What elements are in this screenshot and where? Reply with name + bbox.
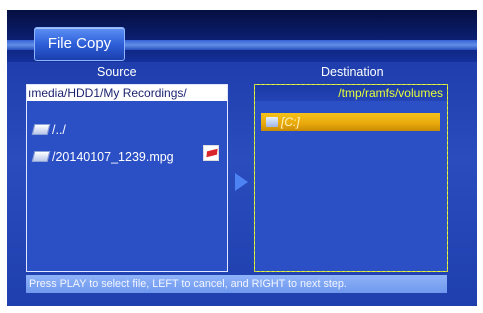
page-title: File Copy xyxy=(34,27,125,61)
list-item-label: /../ xyxy=(52,123,66,137)
source-panel[interactable]: ımedia/HDD1/My Recordings/ /../ /2014010… xyxy=(26,84,228,272)
status-bar: Press PLAY to select file, LEFT to cance… xyxy=(26,275,447,293)
source-label: Source xyxy=(97,65,137,79)
list-item[interactable]: /../ xyxy=(31,120,66,140)
arrow-right-icon xyxy=(235,173,248,191)
destination-label: Destination xyxy=(321,65,384,79)
destination-path: /tmp/ramfs/volumes xyxy=(255,85,447,101)
file-copy-screen: File Copy Source Destination ımedia/HDD1… xyxy=(7,10,477,306)
folder-icon xyxy=(31,151,51,162)
source-path: ımedia/HDD1/My Recordings/ xyxy=(27,85,227,101)
folder-icon xyxy=(31,124,51,135)
checkmark-icon[interactable] xyxy=(203,145,219,161)
destination-panel[interactable]: /tmp/ramfs/volumes [C:] xyxy=(254,84,448,272)
drive-icon xyxy=(266,117,278,127)
list-item[interactable]: [C:] xyxy=(261,113,440,131)
top-bar: File Copy xyxy=(7,10,477,62)
list-item-label: /20140107_1239.mpg xyxy=(52,150,174,164)
list-item[interactable]: /20140107_1239.mpg xyxy=(31,147,174,167)
list-item-label: [C:] xyxy=(281,115,300,129)
